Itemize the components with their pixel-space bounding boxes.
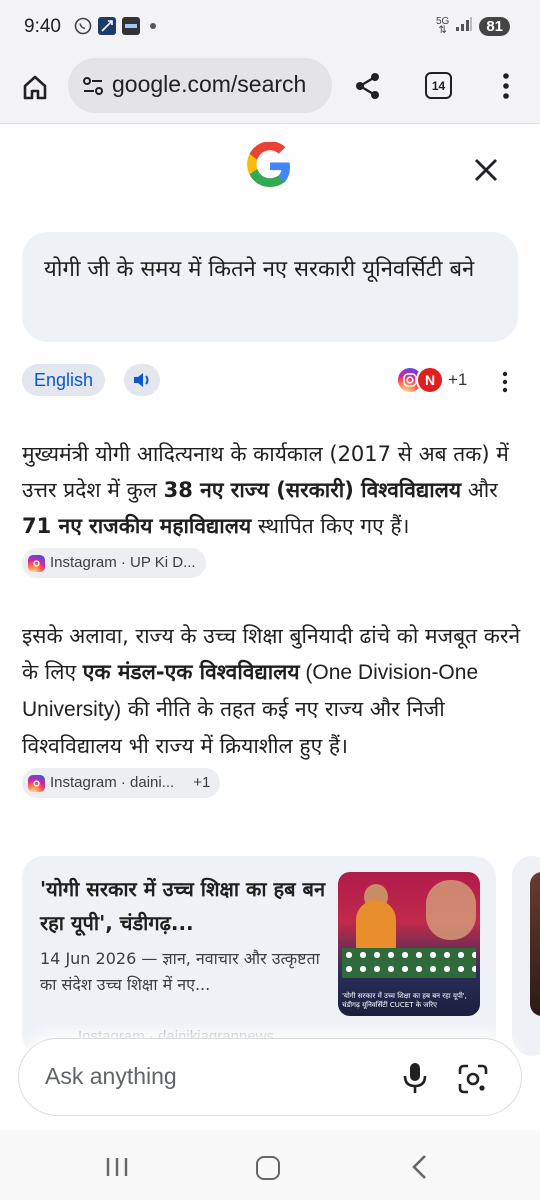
recent-apps-icon[interactable] (104, 1156, 130, 1178)
close-icon[interactable] (470, 154, 502, 186)
status-bar: 9:40 5G ⇅ 81 (0, 0, 540, 56)
battery-indicator: 81 (479, 16, 510, 36)
ask-input[interactable]: Ask anything (18, 1038, 522, 1116)
whatsapp-icon (74, 17, 92, 35)
system-nav-bar (0, 1130, 540, 1200)
more-vert-icon[interactable] (496, 70, 516, 102)
highlight-colleges: 71 नए राजकीय महाविद्यालय (22, 514, 252, 538)
source-avatars[interactable]: N +1 (396, 366, 467, 394)
app-notification-icon (98, 17, 116, 35)
tab-switcher-button[interactable]: 14 (425, 72, 452, 99)
card-title: 'योगी सरकार में उच्च शिक्षा का हब बन रहा… (40, 877, 326, 935)
language-chip[interactable]: English (22, 364, 106, 396)
notification-icons (74, 17, 156, 35)
card-thumbnail-next (530, 872, 540, 1016)
status-right: 5G ⇅ 81 (436, 16, 510, 36)
answer-paragraph-1: मुख्यमंत्री योगी आदित्यनाथ के कार्यकाल (… (22, 436, 522, 580)
browser-toolbar: google.com/search 14 (0, 56, 540, 124)
home-icon[interactable] (20, 72, 50, 102)
highlight-policy: एक मंडल-एक विश्वविद्यालय (82, 660, 300, 684)
speaker-icon[interactable] (124, 364, 160, 396)
answer-paragraph-2: इसके अलावा, राज्य के उच्च शिक्षा बुनियाद… (22, 618, 522, 800)
news-source-icon: N (416, 366, 444, 394)
more-sources-count: +1 (448, 370, 468, 389)
status-time: 9:40 (24, 16, 61, 37)
url-text: google.com/search (112, 71, 307, 97)
card-thumbnail: 'योगी सरकार में उच्च शिक्षा का हब बन रहा… (338, 872, 480, 1016)
more-notifications-dot (150, 23, 156, 29)
citation-chip-2[interactable]: Instagram · daini... +1 (22, 768, 221, 798)
card-snippet: 14 Jun 2026 — ज्ञान, नवाचार और उत्कृष्टत… (40, 949, 320, 994)
thumbnail-caption: 'योगी सरकार में उच्च शिक्षा का हब बन रहा… (342, 992, 467, 1009)
url-bar[interactable]: google.com/search (68, 58, 332, 113)
source-card[interactable]: 'योगी सरकार में उच्च शिक्षा का हब बन रहा… (22, 856, 496, 1056)
citation-chip-1[interactable]: Instagram · UP Ki D... (22, 548, 206, 578)
share-icon[interactable] (352, 70, 384, 102)
back-icon[interactable] (410, 1154, 430, 1180)
answer-more-icon[interactable] (498, 370, 512, 394)
network-type: 5G ⇅ (435, 16, 450, 36)
source-card-next[interactable] (512, 856, 540, 1056)
nav-home-icon[interactable] (256, 1156, 280, 1180)
highlight-universities: 38 नए राज्य (सरकारी) विश्वविद्यालय (163, 478, 462, 502)
paytm-icon (122, 17, 140, 35)
mic-icon[interactable] (401, 1061, 429, 1095)
lens-icon[interactable] (457, 1063, 489, 1095)
site-settings-icon[interactable] (82, 76, 104, 100)
ask-placeholder: Ask anything (45, 1063, 177, 1089)
query-bubble[interactable]: योगी जी के समय में कितने नए सरकारी यूनिव… (22, 232, 518, 342)
signal-icon (455, 16, 473, 36)
google-logo-icon (246, 141, 294, 190)
instagram-icon (28, 774, 45, 792)
instagram-icon (28, 554, 45, 572)
